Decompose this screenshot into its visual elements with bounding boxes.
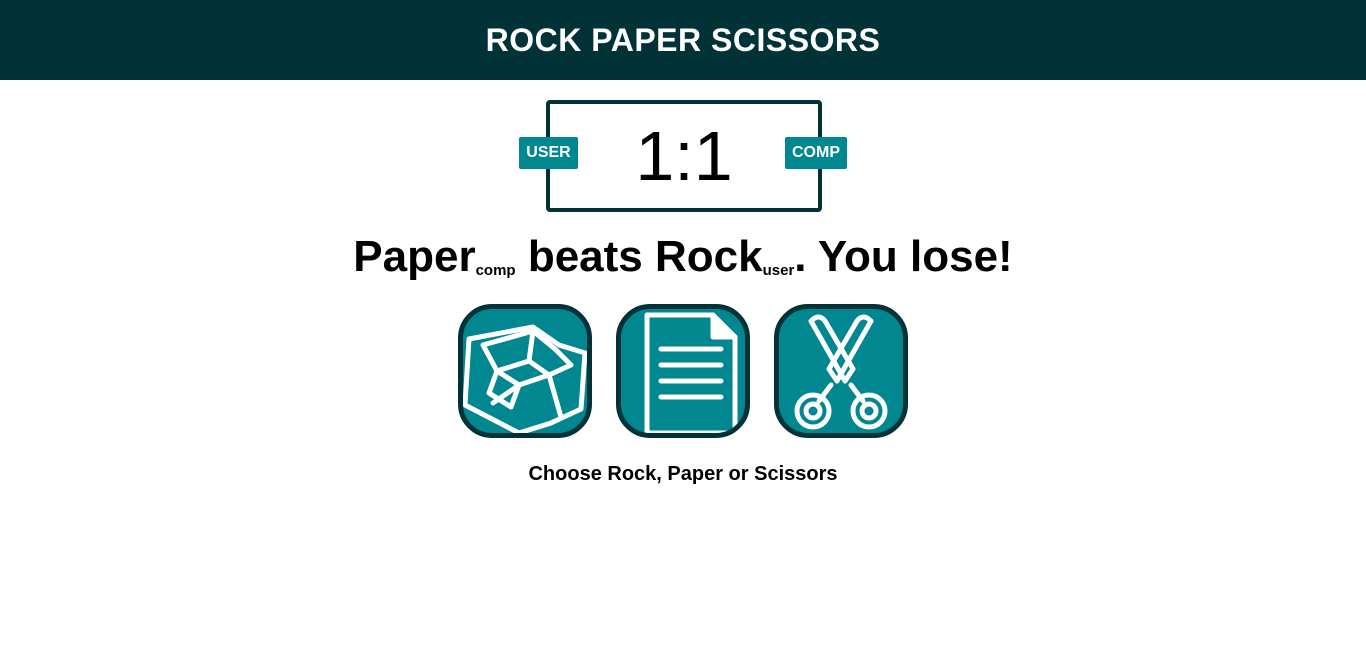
user-choice-text: Rock <box>655 232 763 281</box>
comp-choice-text: Paper <box>353 232 476 281</box>
header-bar: ROCK PAPER SCISSORS <box>0 0 1366 80</box>
user-badge: USER <box>519 137 578 169</box>
scoreboard: 1:1 <box>546 100 822 212</box>
rock-button[interactable] <box>458 304 592 438</box>
result-outcome: . You lose! <box>794 232 1013 281</box>
score-display: 1:1 <box>635 117 733 195</box>
user-tag: user <box>762 262 795 279</box>
page-title: ROCK PAPER SCISSORS <box>485 21 881 58</box>
comp-badge: COMP <box>785 137 847 169</box>
scissors-icon <box>794 314 888 430</box>
rock-icon <box>463 324 587 433</box>
result-message: Papercomp beats Rockuser. You lose! <box>0 235 1366 285</box>
paper-icon <box>644 312 738 433</box>
paper-button[interactable] <box>616 304 750 438</box>
choices-row <box>0 304 1366 438</box>
comp-tag: comp <box>475 262 516 279</box>
scoreboard-area: 1:1 USER COMP <box>0 80 1366 212</box>
result-verb: beats <box>515 232 655 281</box>
choose-prompt: Choose Rock, Paper or Scissors <box>528 463 838 485</box>
scissors-button[interactable] <box>774 304 908 438</box>
